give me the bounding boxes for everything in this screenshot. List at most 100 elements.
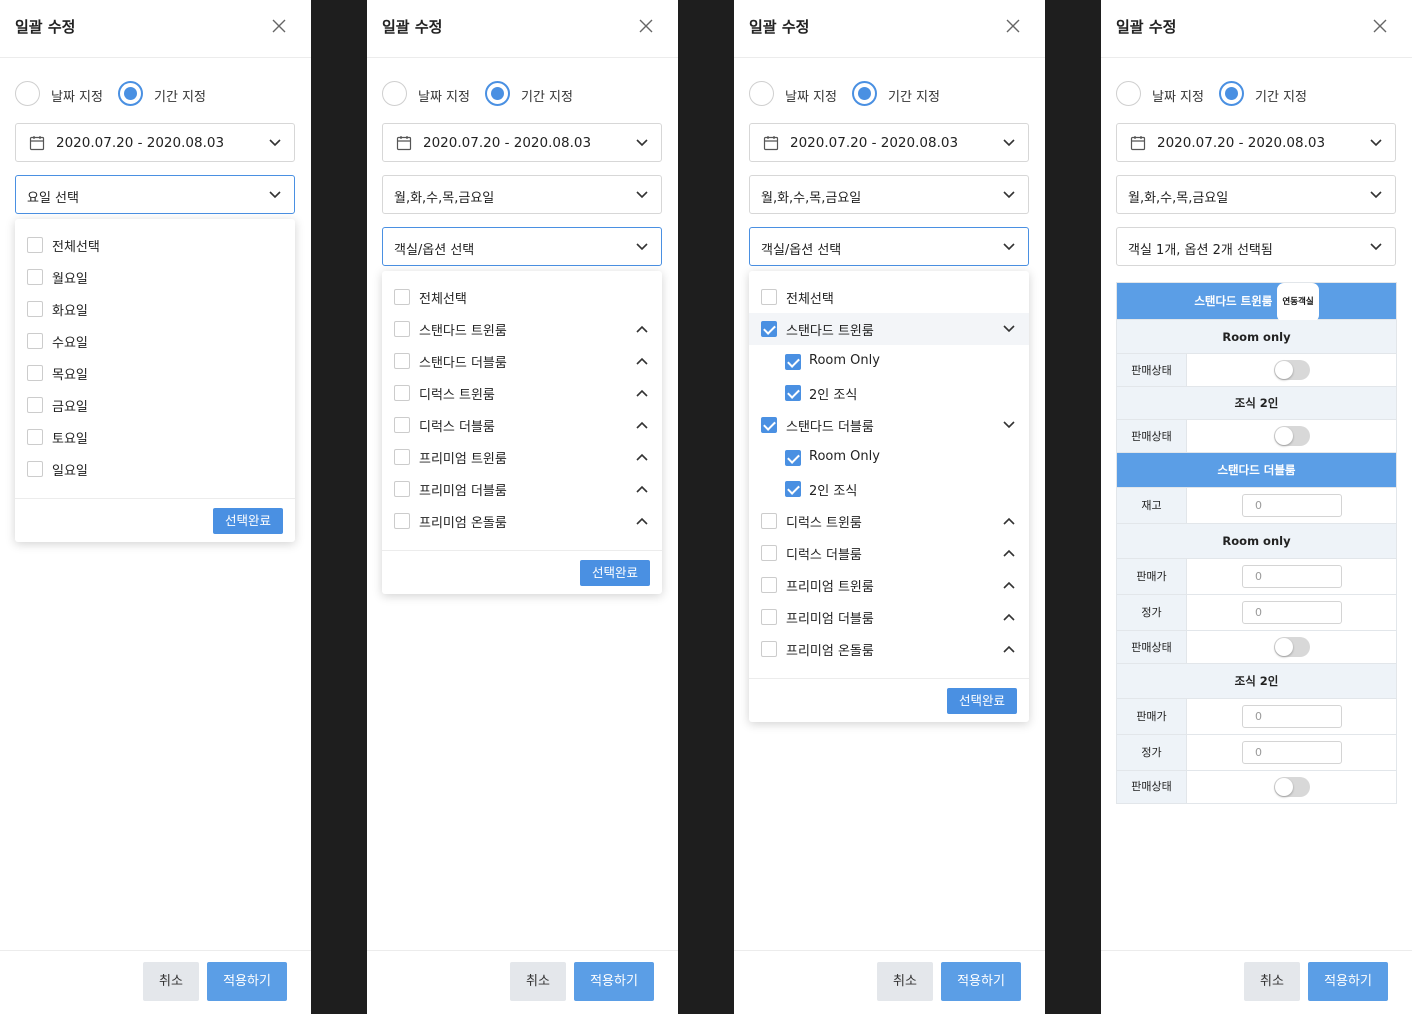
cancel-button[interactable]: 취소 [1244, 962, 1300, 1001]
list-price-input[interactable]: 0 [1242, 601, 1342, 624]
weekday-option-sun[interactable]: 일요일 [15, 453, 295, 485]
checkbox[interactable] [394, 449, 410, 465]
checkbox[interactable] [761, 545, 777, 561]
cancel-button[interactable]: 취소 [877, 962, 933, 1001]
close-icon[interactable] [270, 17, 288, 35]
sale-status-toggle[interactable] [1274, 777, 1310, 797]
checkbox[interactable] [394, 321, 410, 337]
checkbox[interactable] [27, 269, 43, 285]
chevron-up-icon[interactable] [636, 357, 648, 365]
weekday-option-all[interactable]: 전체선택 [15, 229, 295, 261]
date-range-select[interactable]: 2020.07.20 - 2020.08.03 [15, 123, 295, 162]
room-option[interactable]: 프리미엄 더블룸 [382, 473, 662, 505]
checkbox-checked[interactable] [785, 385, 801, 401]
checkbox-checked[interactable] [785, 481, 801, 497]
room-option[interactable]: 프리미엄 트윈룸 [749, 569, 1029, 601]
chevron-up-icon[interactable] [636, 389, 648, 397]
chevron-up-icon[interactable] [1003, 645, 1015, 653]
chevron-up-icon[interactable] [636, 421, 648, 429]
chevron-up-icon[interactable] [1003, 549, 1015, 557]
checkbox[interactable] [761, 641, 777, 657]
close-icon[interactable] [637, 17, 655, 35]
sub-option[interactable]: 2인 조식 [749, 473, 1029, 505]
sale-price-input[interactable]: 0 [1242, 705, 1342, 728]
checkbox[interactable] [394, 417, 410, 433]
checkbox[interactable] [27, 461, 43, 477]
weekday-option-sat[interactable]: 토요일 [15, 421, 295, 453]
chevron-down-icon[interactable] [1003, 421, 1015, 429]
select-done-button[interactable]: 선택완료 [580, 560, 650, 586]
checkbox[interactable] [394, 385, 410, 401]
checkbox[interactable] [761, 577, 777, 593]
checkbox[interactable] [27, 365, 43, 381]
weekday-select[interactable]: 요일 선택 [15, 175, 295, 214]
apply-button[interactable]: 적용하기 [941, 962, 1021, 1001]
chevron-up-icon[interactable] [1003, 581, 1015, 589]
date-range-select[interactable]: 2020.07.20 - 2020.08.03 [749, 123, 1029, 162]
stock-input[interactable]: 0 [1242, 494, 1342, 517]
select-done-button[interactable]: 선택완료 [947, 688, 1017, 714]
checkbox[interactable] [27, 237, 43, 253]
chevron-up-icon[interactable] [1003, 517, 1015, 525]
radio-date[interactable] [382, 81, 407, 106]
checkbox[interactable] [27, 301, 43, 317]
room-option-select[interactable]: 객실/옵션 선택 [382, 227, 662, 266]
weekday-select[interactable]: 월,화,수,목,금요일 [1116, 175, 1396, 214]
weekday-select[interactable]: 월,화,수,목,금요일 [382, 175, 662, 214]
weekday-option-mon[interactable]: 월요일 [15, 261, 295, 293]
room-option[interactable]: 스탠다드 더블룸 [382, 345, 662, 377]
chevron-down-icon[interactable] [1003, 325, 1015, 333]
checkbox[interactable] [27, 429, 43, 445]
checkbox[interactable] [394, 481, 410, 497]
cancel-button[interactable]: 취소 [510, 962, 566, 1001]
room-option[interactable]: 디럭스 더블룸 [749, 537, 1029, 569]
room-option[interactable]: 스탠다드 더블룸 [749, 409, 1029, 441]
weekday-option-fri[interactable]: 금요일 [15, 389, 295, 421]
chevron-up-icon[interactable] [636, 485, 648, 493]
checkbox[interactable] [394, 513, 410, 529]
checkbox-checked[interactable] [761, 417, 777, 433]
radio-date[interactable] [749, 81, 774, 106]
cancel-button[interactable]: 취소 [143, 962, 199, 1001]
date-range-select[interactable]: 2020.07.20 - 2020.08.03 [1116, 123, 1396, 162]
sub-option[interactable]: 2인 조식 [749, 377, 1029, 409]
room-option-all[interactable]: 전체선택 [382, 281, 662, 313]
room-option[interactable]: 디럭스 트윈룸 [382, 377, 662, 409]
sale-status-toggle[interactable] [1274, 426, 1310, 446]
room-option[interactable]: 프리미엄 온돌룸 [382, 505, 662, 537]
weekday-select[interactable]: 월,화,수,목,금요일 [749, 175, 1029, 214]
apply-button[interactable]: 적용하기 [574, 962, 654, 1001]
weekday-option-thu[interactable]: 목요일 [15, 357, 295, 389]
room-option-all[interactable]: 전체선택 [749, 281, 1029, 313]
sub-option[interactable]: Room Only [749, 346, 1029, 378]
chevron-up-icon[interactable] [636, 453, 648, 461]
close-icon[interactable] [1371, 17, 1389, 35]
sub-option[interactable]: Room Only [749, 442, 1029, 474]
radio-date[interactable] [1116, 81, 1141, 106]
room-option[interactable]: 디럭스 트윈룸 [749, 505, 1029, 537]
checkbox[interactable] [394, 353, 410, 369]
room-option[interactable]: 스탠다드 트윈룸 [382, 313, 662, 345]
room-option[interactable]: 디럭스 더블룸 [382, 409, 662, 441]
apply-button[interactable]: 적용하기 [1308, 962, 1388, 1001]
checkbox-checked[interactable] [761, 321, 777, 337]
room-option-select[interactable]: 객실 1개, 옵션 2개 선택됨 [1116, 227, 1396, 266]
room-option[interactable]: 프리미엄 온돌룸 [749, 633, 1029, 665]
list-price-input[interactable]: 0 [1242, 741, 1342, 764]
checkbox-checked[interactable] [785, 354, 801, 370]
close-icon[interactable] [1004, 17, 1022, 35]
room-option[interactable]: 프리미엄 더블룸 [749, 601, 1029, 633]
select-done-button[interactable]: 선택완료 [213, 508, 283, 534]
apply-button[interactable]: 적용하기 [207, 962, 287, 1001]
weekday-option-wed[interactable]: 수요일 [15, 325, 295, 357]
checkbox[interactable] [394, 289, 410, 305]
radio-period[interactable] [1219, 81, 1244, 106]
date-range-select[interactable]: 2020.07.20 - 2020.08.03 [382, 123, 662, 162]
radio-period[interactable] [852, 81, 877, 106]
sale-status-toggle[interactable] [1274, 637, 1310, 657]
checkbox[interactable] [761, 289, 777, 305]
room-option-select[interactable]: 객실/옵션 선택 [749, 227, 1029, 266]
sale-status-toggle[interactable] [1274, 360, 1310, 380]
radio-period[interactable] [485, 81, 510, 106]
radio-period[interactable] [118, 81, 143, 106]
